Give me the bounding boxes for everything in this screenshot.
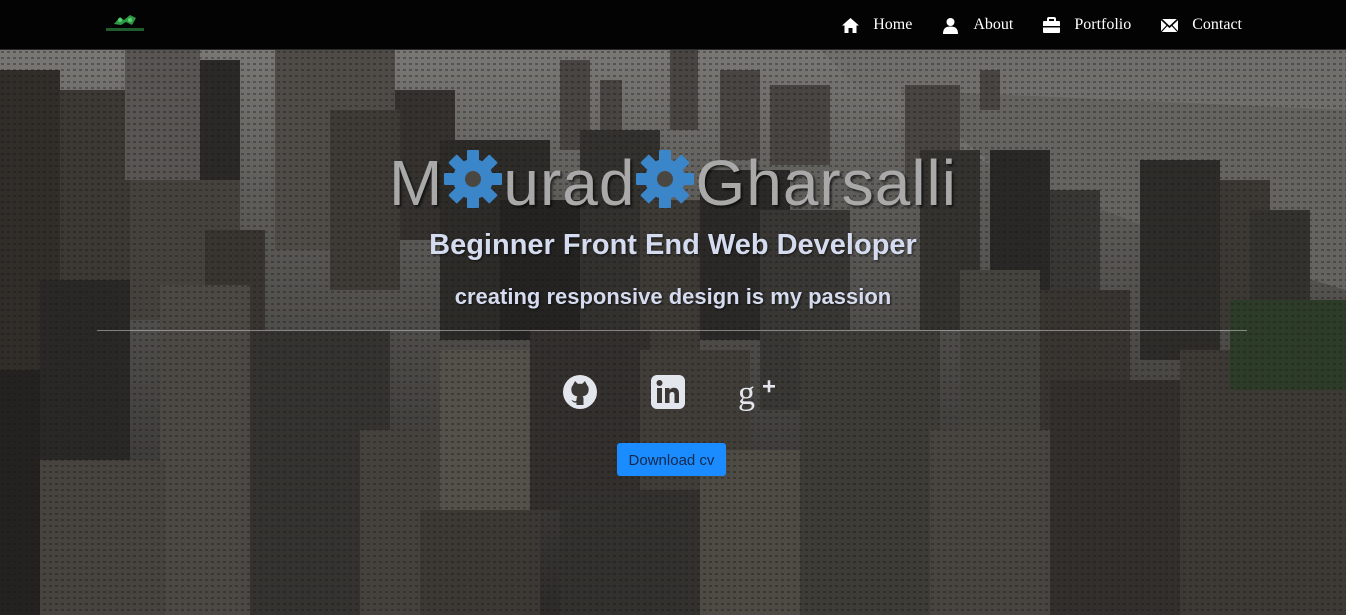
nav-contact-label: Contact — [1192, 16, 1242, 33]
linkedin-link[interactable] — [648, 372, 688, 412]
user-icon — [943, 17, 959, 34]
google-plus-link[interactable]: g — [737, 372, 777, 412]
nav-portfolio-label: Portfolio — [1074, 16, 1132, 33]
nav-portfolio[interactable]: Portfolio — [1042, 16, 1131, 34]
github-icon — [563, 375, 597, 409]
nav-about[interactable]: About — [941, 16, 1013, 34]
nav-contact[interactable]: Contact — [1160, 16, 1242, 34]
linkedin-icon — [651, 375, 685, 409]
hero-subtitle: Beginner Front End Web Developer — [429, 229, 917, 261]
nav-about-label: About — [973, 16, 1014, 33]
logo-mark-icon — [114, 15, 136, 25]
envelope-icon — [1160, 17, 1179, 32]
briefcase-icon — [1043, 16, 1061, 33]
gear-icon — [636, 150, 695, 209]
nav-home-label: Home — [873, 16, 913, 33]
google-plus-icon: g — [738, 375, 775, 412]
nav-home[interactable]: Home — [841, 16, 912, 34]
social-links: g — [0, 372, 1346, 416]
name-part-gharsalli: Gharsalli — [695, 147, 957, 220]
site-logo[interactable] — [106, 12, 144, 34]
navbar: Home About Portfolio Contact — [0, 0, 1346, 50]
logo-tagline — [106, 28, 144, 31]
github-link[interactable] — [560, 372, 600, 412]
name-part-urad: urad — [503, 147, 636, 220]
hero-section: M urad Gharsalli Beginner Front End Web … — [0, 50, 1346, 615]
download-cv-button[interactable]: Download cv — [617, 443, 726, 476]
name-part-m: M — [389, 147, 444, 220]
svg-text:g: g — [738, 375, 755, 412]
hero-name: M urad Gharsalli — [0, 140, 1346, 221]
nav-links: Home About Portfolio Contact — [812, 0, 1242, 50]
hero-tagline: creating responsive design is my passion — [454, 284, 892, 309]
hero-overlay — [0, 50, 1346, 615]
home-icon — [842, 17, 860, 33]
hero-divider — [97, 330, 1247, 331]
gear-icon — [444, 150, 503, 209]
